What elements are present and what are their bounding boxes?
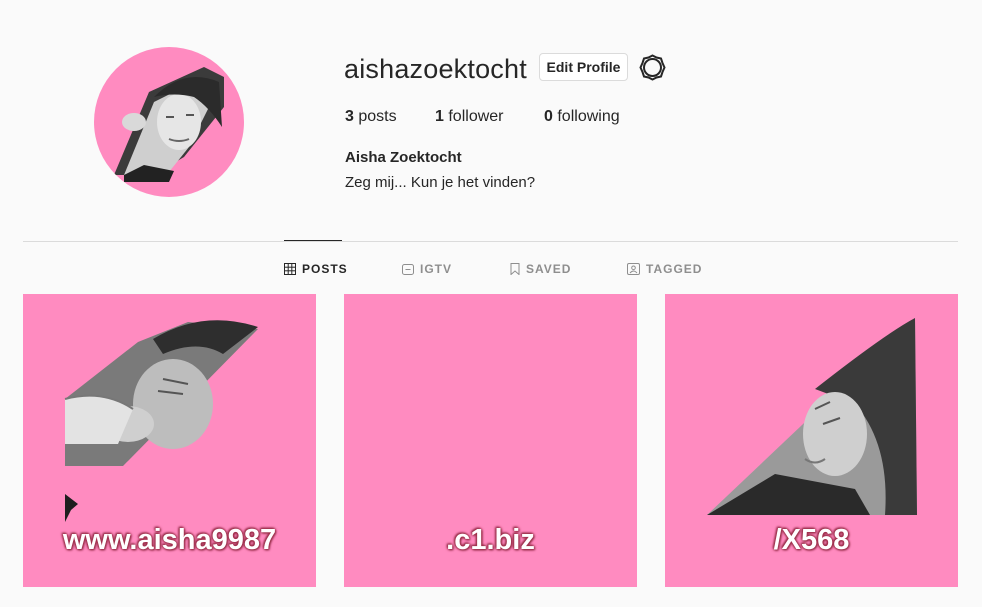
- edit-profile-button[interactable]: Edit Profile: [539, 53, 628, 81]
- tv-icon: [402, 264, 414, 275]
- tab-posts-label: POSTS: [302, 262, 348, 276]
- tab-saved-label: SAVED: [526, 262, 572, 276]
- active-tab-indicator: [284, 240, 342, 241]
- post-2-caption: .c1.biz: [446, 524, 535, 556]
- bookmark-icon: [510, 263, 520, 275]
- followers-stat[interactable]: 1 follower: [435, 108, 504, 126]
- posts-label: posts: [358, 108, 397, 125]
- tab-igtv[interactable]: IGTV: [402, 262, 452, 276]
- post-tile-1[interactable]: www.aisha9987: [23, 294, 316, 587]
- tab-tagged[interactable]: TAGGED: [627, 262, 702, 276]
- profile-username: aishazoektocht: [344, 54, 527, 84]
- avatar-photo: [114, 67, 224, 182]
- following-count: 0: [544, 108, 553, 125]
- posts-stat: 3 posts: [345, 108, 397, 126]
- profile-bio: Zeg mij... Kun je het vinden?: [345, 174, 536, 191]
- settings-gear-icon[interactable]: [639, 54, 666, 81]
- following-label: following: [557, 108, 620, 125]
- followers-count: 1: [435, 108, 444, 125]
- grid-icon: [284, 263, 296, 275]
- followers-label: follower: [448, 108, 504, 125]
- post-3-caption: /X568: [773, 524, 850, 556]
- posts-count: 3: [345, 108, 354, 125]
- following-stat[interactable]: 0 following: [544, 108, 620, 126]
- tabs-divider: [23, 241, 958, 242]
- profile-avatar[interactable]: [94, 47, 244, 197]
- tab-saved[interactable]: SAVED: [510, 262, 571, 276]
- tab-tagged-label: TAGGED: [646, 262, 703, 276]
- tab-posts[interactable]: POSTS: [284, 262, 348, 276]
- tag-person-icon: [627, 263, 640, 275]
- post-tile-2[interactable]: .c1.biz: [344, 294, 637, 587]
- post-1-caption: www.aisha9987: [62, 524, 277, 556]
- profile-full-name: Aisha Zoektocht: [345, 149, 462, 166]
- tab-igtv-label: IGTV: [420, 262, 453, 276]
- post-tile-3[interactable]: /X568: [665, 294, 958, 587]
